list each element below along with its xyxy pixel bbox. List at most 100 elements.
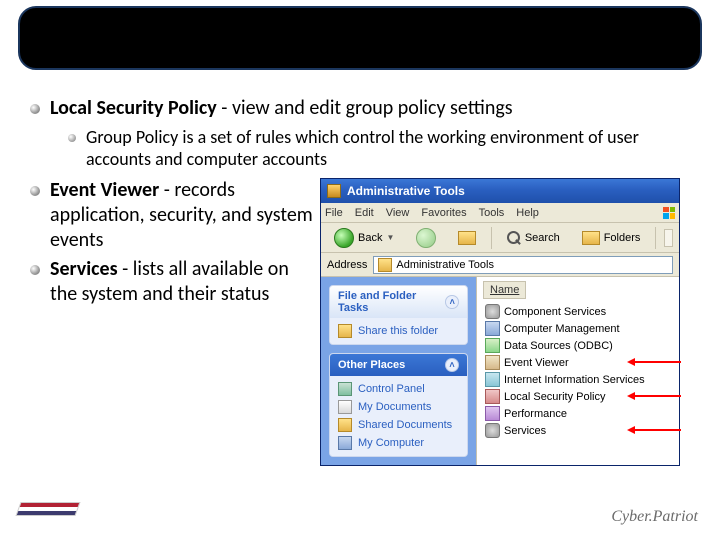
item-performance[interactable]: Performance [483,405,679,422]
place-control-panel[interactable]: Control Panel [338,382,459,396]
footer-brand: Cyber.Patriot [611,508,698,526]
window-title: Administrative Tools [347,184,465,198]
item-computer-management[interactable]: Computer Management [483,320,679,337]
forward-icon [416,228,436,248]
performance-icon [485,406,500,421]
item-label: Performance [504,408,567,420]
bullet-icon [30,186,40,196]
folders-icon [582,231,600,245]
item-label: Component Services [504,306,606,318]
folder-up-icon [458,231,476,245]
chevron-up-icon: ˄ [445,358,459,372]
panel-other-places: Other Places ˄ Control Panel My Document… [329,353,468,457]
item-services[interactable]: Services [483,422,679,439]
event-viewer-icon [485,355,500,370]
lsp-desc: - view and edit group policy settings [217,96,513,120]
bullet-text: Services - lists all available on the sy… [50,257,320,307]
bullet-icon [30,104,40,114]
windows-flag-icon [663,207,675,219]
item-label: Data Sources (ODBC) [504,340,613,352]
place-label: Control Panel [358,383,425,395]
search-label: Search [525,232,560,244]
place-label: My Computer [358,437,424,449]
panel-file-folder-tasks: File and Folder Tasks ˄ Share this folde… [329,285,468,345]
flag-icon [15,502,80,516]
documents-icon [338,400,352,414]
address-bar: Address Administrative Tools [321,253,679,277]
back-label: Back [358,232,382,244]
odbc-icon [485,338,500,353]
computer-icon [338,436,352,450]
folders-button[interactable]: Folders [575,228,648,248]
left-text-column: Event Viewer - records application, secu… [30,178,320,311]
item-label: Internet Information Services [504,374,645,386]
bullet-text: Event Viewer - records application, secu… [50,178,320,253]
menu-favorites[interactable]: Favorites [421,207,466,219]
place-label: Shared Documents [358,419,452,431]
content-row: Event Viewer - records application, secu… [30,178,702,466]
gp-desc: Group Policy is a set of rules which con… [86,127,702,170]
place-my-documents[interactable]: My Documents [338,400,459,414]
svc-title: Services [50,257,118,281]
iis-icon [485,372,500,387]
bullet-services: Services - lists all available on the sy… [30,257,320,307]
menu-file[interactable]: File [325,207,343,219]
folder-icon [338,418,352,432]
forward-button[interactable] [409,225,443,251]
share-icon [338,324,352,338]
place-label: My Documents [358,401,431,413]
menu-tools[interactable]: Tools [479,207,505,219]
panel-header[interactable]: File and Folder Tasks ˄ [330,286,467,318]
address-input[interactable]: Administrative Tools [373,256,673,274]
item-label: Local Security Policy [504,391,606,403]
item-iis[interactable]: Internet Information Services [483,371,679,388]
panel-title: Other Places [338,359,405,371]
chevron-up-icon: ˄ [445,295,459,309]
menu-edit[interactable]: Edit [355,207,374,219]
explorer-window: Administrative Tools File Edit View Favo… [320,178,680,466]
services-icon [485,423,500,438]
sub-bullet-group-policy: Group Policy is a set of rules which con… [68,127,702,170]
window-titlebar[interactable]: Administrative Tools [321,179,679,203]
bullet-local-security-policy: Local Security Policy - view and edit gr… [30,96,702,121]
menu-help[interactable]: Help [516,207,539,219]
menu-view[interactable]: View [386,207,410,219]
callout-arrow [633,395,681,397]
component-services-icon [485,304,500,319]
ev-title: Event Viewer [50,178,159,202]
folders-label: Folders [604,232,641,244]
panel-body: Control Panel My Documents Shared Docume… [330,376,467,456]
chevron-down-icon: ▼ [386,233,394,242]
address-label: Address [327,259,367,271]
panel-header[interactable]: Other Places ˄ [330,354,467,376]
item-label: Event Viewer [504,357,569,369]
footer-logo [18,502,88,526]
bullet-text: Local Security Policy - view and edit gr… [50,96,513,121]
task-share-folder[interactable]: Share this folder [338,324,459,338]
bullet-icon [68,134,76,142]
bullet-event-viewer: Event Viewer - records application, secu… [30,178,320,253]
place-my-computer[interactable]: My Computer [338,436,459,450]
toolbar: Back ▼ Search Folders [321,223,679,253]
back-button[interactable]: Back ▼ [327,225,401,251]
menu-right [663,207,675,219]
file-list: Name Component Services Computer Managem… [476,277,679,465]
views-button[interactable] [664,229,673,247]
address-value: Administrative Tools [396,259,494,271]
callout-arrow [633,429,681,431]
menu-bar: File Edit View Favorites Tools Help [321,203,679,223]
control-panel-icon [338,382,352,396]
item-local-security-policy[interactable]: Local Security Policy [483,388,679,405]
task-label: Share this folder [358,325,438,337]
slide-header-bar [18,6,702,70]
up-button[interactable] [451,228,483,248]
lsp-title: Local Security Policy [50,96,217,120]
item-component-services[interactable]: Component Services [483,303,679,320]
place-shared-documents[interactable]: Shared Documents [338,418,459,432]
search-button[interactable]: Search [500,228,567,248]
column-header-name[interactable]: Name [483,281,526,299]
folder-icon [378,258,392,272]
item-event-viewer[interactable]: Event Viewer [483,354,679,371]
item-data-sources[interactable]: Data Sources (ODBC) [483,337,679,354]
admin-tools-icon [327,184,341,198]
